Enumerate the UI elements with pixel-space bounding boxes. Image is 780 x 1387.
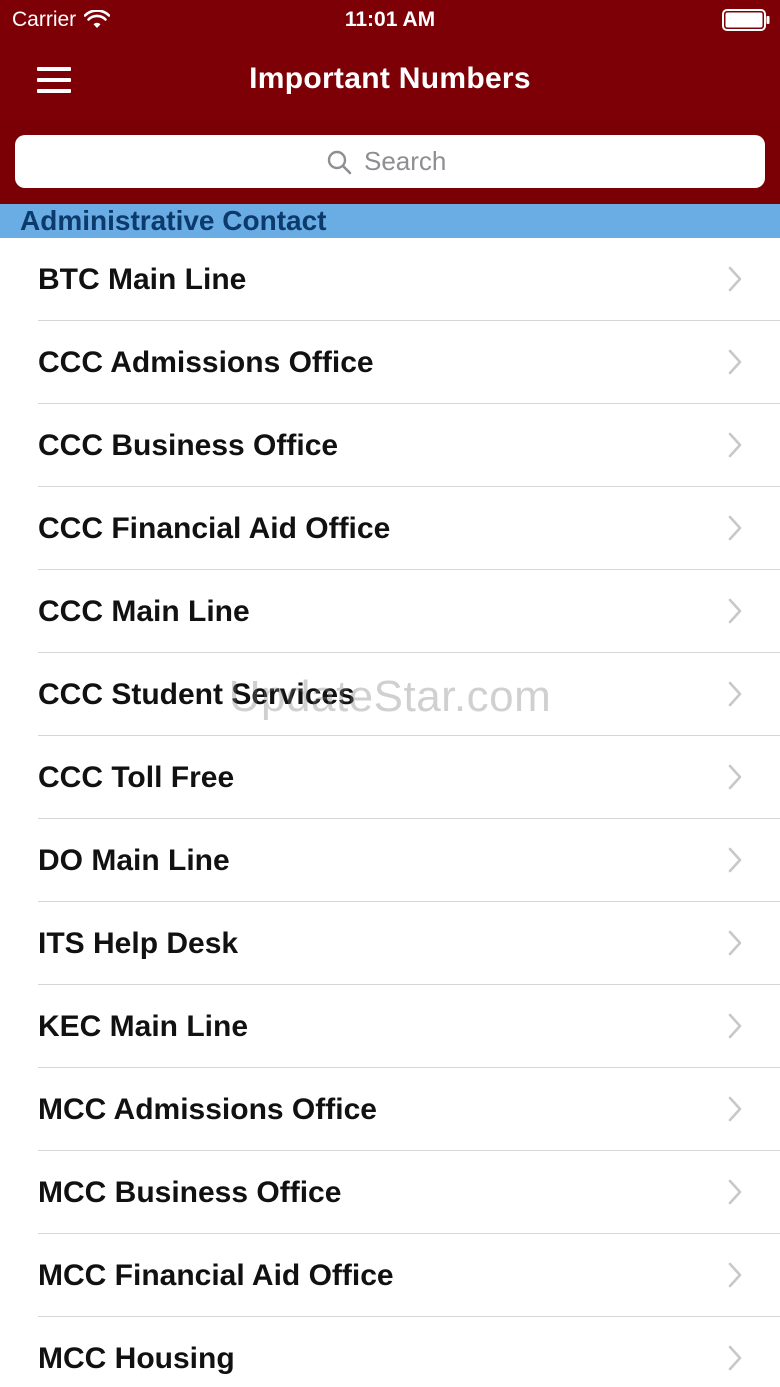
battery-icon [722, 9, 770, 31]
list-item[interactable]: MCC Admissions Office [0, 1068, 780, 1151]
list-item-label: CCC Admissions Office [38, 346, 374, 379]
list-item-label: BTC Main Line [38, 263, 247, 296]
chevron-right-icon [728, 515, 742, 541]
chevron-right-icon [728, 1096, 742, 1122]
list-item-label: MCC Financial Aid Office [38, 1259, 394, 1292]
list-item[interactable]: CCC Main Line [0, 570, 780, 653]
list-item[interactable]: ITS Help Desk [0, 902, 780, 985]
chevron-right-icon [728, 847, 742, 873]
chevron-right-icon [728, 681, 742, 707]
search-bar [0, 120, 780, 204]
chevron-right-icon [728, 1345, 742, 1371]
chevron-right-icon [728, 432, 742, 458]
list-item[interactable]: CCC Business Office [0, 404, 780, 487]
list-item[interactable]: BTC Main Line [0, 238, 780, 321]
chevron-right-icon [728, 598, 742, 624]
chevron-right-icon [728, 1013, 742, 1039]
status-bar: Carrier 11:01 AM [0, 0, 780, 40]
contact-list: BTC Main Line CCC Admissions Office CCC Bu… [0, 238, 780, 1387]
list-item-label: KEC Main Line [38, 1010, 249, 1043]
chevron-right-icon [728, 349, 742, 375]
list-item[interactable]: CCC Toll Free [0, 736, 780, 819]
list-item[interactable]: CCC Financial Aid Office [0, 487, 780, 570]
search-input[interactable] [364, 146, 454, 177]
navigation-bar: Important Numbers [0, 40, 780, 120]
page-title: Important Numbers [249, 62, 531, 95]
chevron-right-icon [728, 1262, 742, 1288]
list-item-label: ITS Help Desk [38, 927, 239, 960]
list-item-label: CCC Toll Free [38, 761, 235, 794]
list-item-label: CCC Student Services [38, 678, 355, 711]
top-bar-area: Carrier 11:01 AM Important Numbers Searc… [0, 0, 780, 204]
chevron-right-icon [728, 1179, 742, 1205]
chevron-right-icon [728, 764, 742, 790]
list-item[interactable]: MCC Financial Aid Office [0, 1234, 780, 1317]
search-field[interactable] [15, 135, 765, 188]
status-time: 11:01 AM [344, 8, 436, 31]
list-item[interactable]: MCC Housing [0, 1317, 780, 1387]
list-item[interactable]: KEC Main Line [0, 985, 780, 1068]
list-item-label: DO Main Line [38, 844, 230, 877]
list-item-label: CCC Main Line [38, 595, 250, 628]
list-item[interactable]: CCC Student Services [0, 653, 780, 736]
chevron-right-icon [728, 930, 742, 956]
list-item-label: CCC Financial Aid Office [38, 512, 391, 545]
list-item-label: MCC Business Office [38, 1176, 342, 1209]
list-item-label: MCC Housing [38, 1342, 235, 1375]
section-header: Administrative Contact [0, 204, 780, 238]
list-item-label: MCC Admissions Office [38, 1093, 377, 1126]
list-item-label: CCC Business Office [38, 429, 339, 462]
chevron-right-icon [728, 266, 742, 292]
list-item[interactable]: MCC Business Office [0, 1151, 780, 1234]
search-icon [327, 150, 352, 174]
app-screen: Carrier 11:01 AM Important Numbers Searc… [0, 0, 780, 1387]
list-item[interactable]: CCC Admissions Office [0, 321, 780, 404]
list-item[interactable]: DO Main Line [0, 819, 780, 902]
